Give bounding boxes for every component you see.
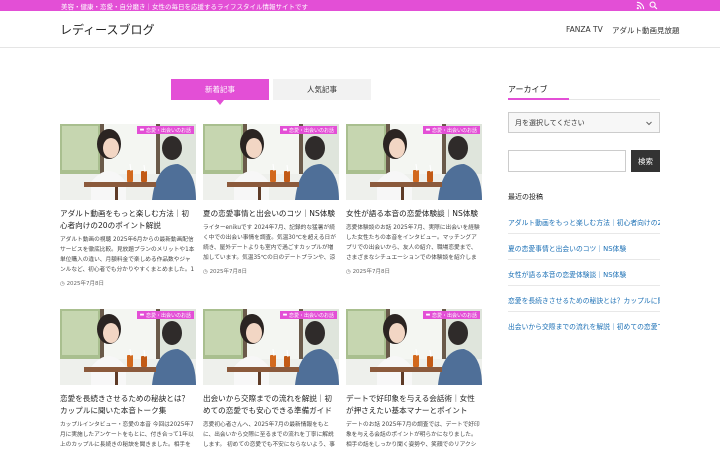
post-date: ◷ 2025年7月8日 bbox=[60, 281, 105, 287]
post-excerpt: カップルインタビュー・恋愛の本音 今回は2025年7月に実施したアンケートをもと… bbox=[60, 422, 194, 448]
site-title[interactable]: レディースブログ bbox=[60, 21, 155, 38]
category-badge[interactable]: ▬ 恋愛・出会いのお話 bbox=[279, 126, 337, 134]
post-thumbnail[interactable] bbox=[203, 309, 339, 385]
search-icon[interactable] bbox=[649, 1, 658, 10]
post-excerpt: 恋愛初心者さんへ、2025年7月の最新情報をもとに、出会いから交際に至るまでの流… bbox=[203, 422, 335, 448]
divider bbox=[508, 233, 660, 234]
rss-icon[interactable] bbox=[636, 1, 645, 10]
heading-accent-line bbox=[508, 98, 569, 100]
post-thumbnail[interactable] bbox=[60, 124, 196, 200]
post-thumbnail[interactable] bbox=[346, 124, 482, 200]
post-excerpt: ライターenikuです 2024年7月、記録的な猛暑が続く中での出会い事情を調査… bbox=[203, 225, 336, 261]
tab-popular-posts[interactable]: 人気記事 bbox=[273, 79, 371, 100]
post-title[interactable]: 恋愛を長続きさせるための秘訣とは？カップルに聞いた本音トーク集 bbox=[60, 393, 196, 417]
recent-posts-heading: 最近の投稿 bbox=[508, 193, 543, 201]
category-badge[interactable]: ▬ 恋愛・出会いのお話 bbox=[422, 311, 480, 319]
search-input[interactable] bbox=[508, 150, 626, 172]
category-badge[interactable]: ▬ 恋愛・出会いのお話 bbox=[136, 126, 194, 134]
divider bbox=[508, 311, 660, 312]
post-thumbnail[interactable] bbox=[203, 124, 339, 200]
site-header: レディースブログ FANZA TV アダルト動画見放題 bbox=[0, 11, 720, 48]
category-badge[interactable]: ▬ 恋愛・出会いのお話 bbox=[279, 311, 337, 319]
archive-dropdown[interactable]: 月を選択してください bbox=[508, 112, 660, 133]
nav-item-fanza-tv[interactable]: FANZA TV bbox=[566, 25, 603, 34]
category-badge[interactable]: ▬ 恋愛・出会いのお話 bbox=[136, 311, 194, 319]
top-bar: 美容・健康・恋愛・自分磨き｜女性の毎日を応援するライフスタイル情報サイトです bbox=[0, 0, 720, 11]
post-excerpt: デートのお話 2025年7月の調査では、デートで好印象を与える会話のポイントが明… bbox=[346, 422, 480, 448]
search-button[interactable]: 検索 bbox=[631, 150, 660, 172]
post-excerpt: アダルト動画の視聴 2025年6月からの最新動画配信サービスを徹底比較。見放題プ… bbox=[60, 237, 195, 273]
post-title[interactable]: 出会いから交際までの流れを解説｜初めての恋愛でも安心できる準備ガイド bbox=[203, 393, 339, 417]
recent-post-link[interactable]: 恋愛を長続きさせるための秘訣とは？カップルに聞いた本音トーク集 bbox=[508, 295, 660, 305]
nav-item-unlimited-videos[interactable]: アダルト動画見放題 bbox=[612, 25, 680, 36]
chevron-down-icon bbox=[646, 121, 652, 126]
archive-dropdown-value: 月を選択してください bbox=[515, 118, 585, 127]
recent-post-link[interactable]: 出会いから交際までの流れを解説｜初めての恋愛でも安心できる準備ガイド bbox=[508, 321, 660, 331]
post-date: ◷ 2025年7月8日 bbox=[203, 269, 248, 275]
post-thumbnail[interactable] bbox=[60, 309, 196, 385]
divider bbox=[508, 259, 660, 260]
post-title[interactable]: 女性が語る本音の恋愛体験談｜NS体験 bbox=[346, 208, 482, 220]
post-excerpt: 恋愛体験談のお話 2025年7月、実際に出会いを経験した女性たちの本音をインタビ… bbox=[346, 225, 480, 261]
post-date: ◷ 2025年7月8日 bbox=[346, 269, 391, 275]
post-title[interactable]: アダルト動画をもっと楽しむ方法｜初心者向けの20のポイント解説 bbox=[60, 208, 196, 232]
archive-heading: アーカイブ bbox=[508, 85, 548, 94]
category-badge[interactable]: ▬ 恋愛・出会いのお話 bbox=[422, 126, 480, 134]
divider bbox=[508, 285, 660, 286]
site-tagline: 美容・健康・恋愛・自分磨き｜女性の毎日を応援するライフスタイル情報サイトです bbox=[61, 3, 308, 11]
recent-post-link[interactable]: 夏の恋愛事情と出会いのコツ｜NS体験 bbox=[508, 243, 660, 253]
recent-post-link[interactable]: アダルト動画をもっと楽しむ方法｜初心者向けの20のポイント解説 bbox=[508, 217, 660, 227]
post-thumbnail[interactable] bbox=[346, 309, 482, 385]
post-title[interactable]: デートで好印象を与える会話術｜女性が押さえたい基本マナーとポイント bbox=[346, 393, 482, 417]
post-title[interactable]: 夏の恋愛事情と出会いのコツ｜NS体験 bbox=[203, 208, 339, 220]
tab-new-posts[interactable]: 新着記事 bbox=[171, 79, 269, 105]
recent-post-link[interactable]: 女性が語る本音の恋愛体験談｜NS体験 bbox=[508, 269, 660, 279]
